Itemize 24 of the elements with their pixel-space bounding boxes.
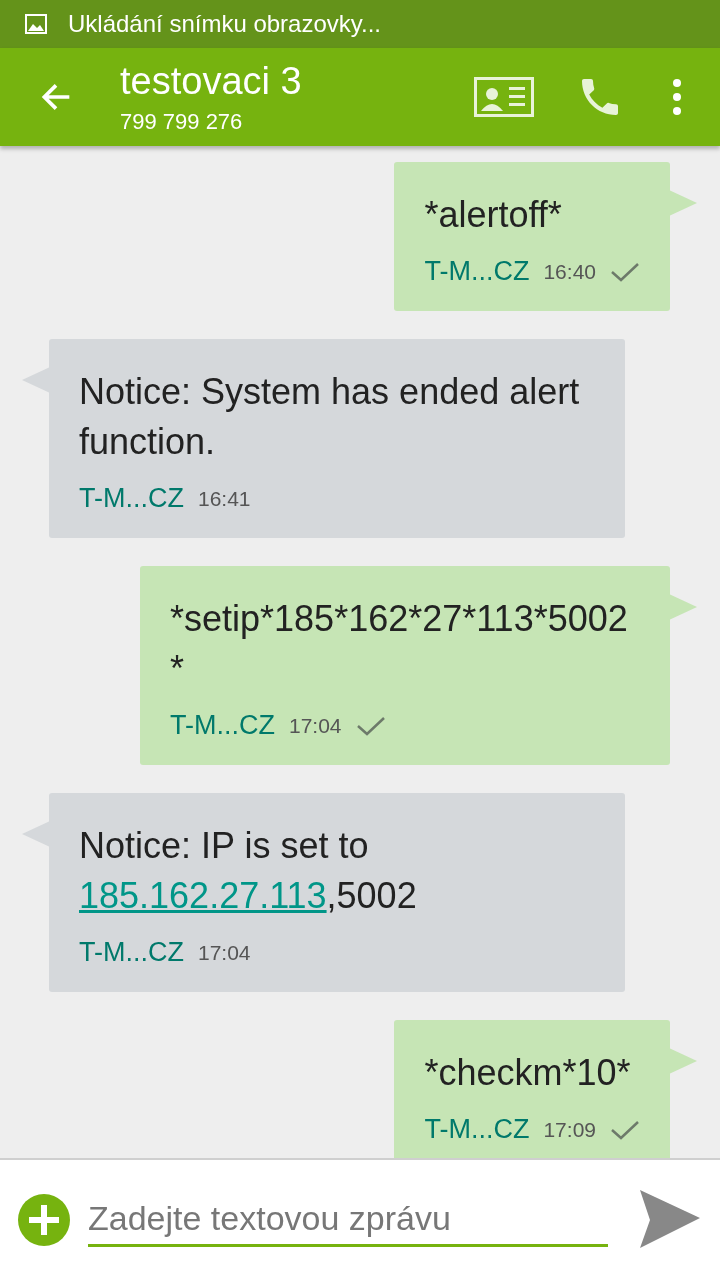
message-input-field[interactable]: Zadejte textovou zprávu bbox=[88, 1193, 608, 1247]
message-time: 17:04 bbox=[198, 940, 251, 965]
message-time: 16:41 bbox=[198, 486, 251, 511]
message-time: 16:40 bbox=[543, 259, 596, 284]
sender-name: T-M...CZ bbox=[424, 256, 530, 287]
message-time: 17:04 bbox=[289, 713, 342, 738]
sender-name: T-M...CZ bbox=[424, 1114, 530, 1145]
image-icon bbox=[24, 12, 48, 36]
notification-text: Ukládání snímku obrazovky... bbox=[68, 10, 382, 38]
more-options-button[interactable] bbox=[672, 77, 682, 117]
message-time: 17:09 bbox=[543, 1117, 596, 1142]
message-text: *setip*185*162*27*113*5002* bbox=[170, 597, 629, 691]
ip-link[interactable]: 185.162.27.113 bbox=[79, 875, 327, 916]
phone-number: 799 799 276 bbox=[120, 109, 244, 135]
contact-name: testovaci 3 bbox=[120, 59, 303, 103]
sender-name: T-M...CZ bbox=[170, 710, 275, 741]
message-text: *checkm*10* bbox=[424, 1051, 632, 1095]
sender-name: T-M...CZ bbox=[79, 937, 184, 968]
add-button[interactable] bbox=[18, 1194, 70, 1246]
message-text: Notice: System has ended alert function. bbox=[79, 370, 581, 464]
sender-name: T-M...CZ bbox=[79, 483, 184, 514]
message-text: *alertoff* bbox=[424, 193, 563, 237]
message-text: Notice: IP is set to 185.162.27.113,5002 bbox=[79, 824, 418, 918]
contact-card-button[interactable] bbox=[474, 77, 534, 117]
